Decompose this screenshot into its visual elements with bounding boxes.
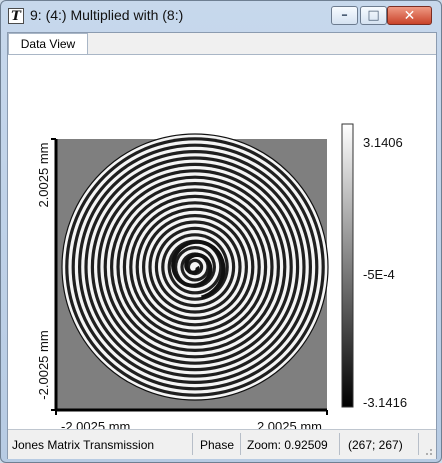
close-icon: ✕ [403, 8, 416, 24]
status-separator [240, 433, 241, 455]
app-icon[interactable]: T [8, 8, 24, 24]
maximize-button[interactable]: □ [360, 6, 387, 25]
resize-grip-icon[interactable] [423, 446, 433, 456]
colorbar-min-label: -3.1416 [363, 395, 407, 410]
phase-plot: 2.0025 mm -2.0025 mm -2.0025 mm 2.0025 m… [36, 123, 407, 434]
client-area: Data View 2.0025 mm -2.0025 mm -2.0025 m… [7, 32, 437, 459]
close-button[interactable]: ✕ [387, 6, 432, 25]
window-title: 9: (4:) Multiplied with (8:) [30, 7, 184, 23]
status-separator [192, 433, 193, 455]
colorbar [341, 123, 354, 408]
colorbar-max-label: 3.1406 [363, 135, 403, 150]
maximize-icon: □ [367, 8, 380, 23]
status-quantity: Phase [200, 438, 235, 452]
minimize-icon: – [341, 8, 348, 23]
minimize-button[interactable]: – [331, 6, 358, 25]
status-coordinates: (267; 267) [348, 438, 403, 452]
data-view-panel[interactable]: 2.0025 mm -2.0025 mm -2.0025 mm 2.0025 m… [8, 54, 436, 434]
window: T 9: (4:) Multiplied with (8:) – □ ✕ Dat… [0, 0, 442, 463]
colorbar-mid-label: -5E-4 [363, 267, 395, 282]
y-axis-top-label: 2.0025 mm [36, 142, 51, 207]
phase-image [62, 134, 328, 400]
tab-data-view[interactable]: Data View [8, 33, 88, 55]
y-axis-bottom-label: -2.0025 mm [36, 330, 51, 399]
status-zoom: Zoom: 0.92509 [247, 438, 328, 452]
status-separator [418, 433, 419, 455]
title-bar[interactable]: T 9: (4:) Multiplied with (8:) – □ ✕ [1, 1, 441, 35]
status-bar: Jones Matrix Transmission Phase Zoom: 0.… [8, 429, 436, 459]
status-mode: Jones Matrix Transmission [12, 438, 155, 452]
status-separator [339, 433, 340, 455]
